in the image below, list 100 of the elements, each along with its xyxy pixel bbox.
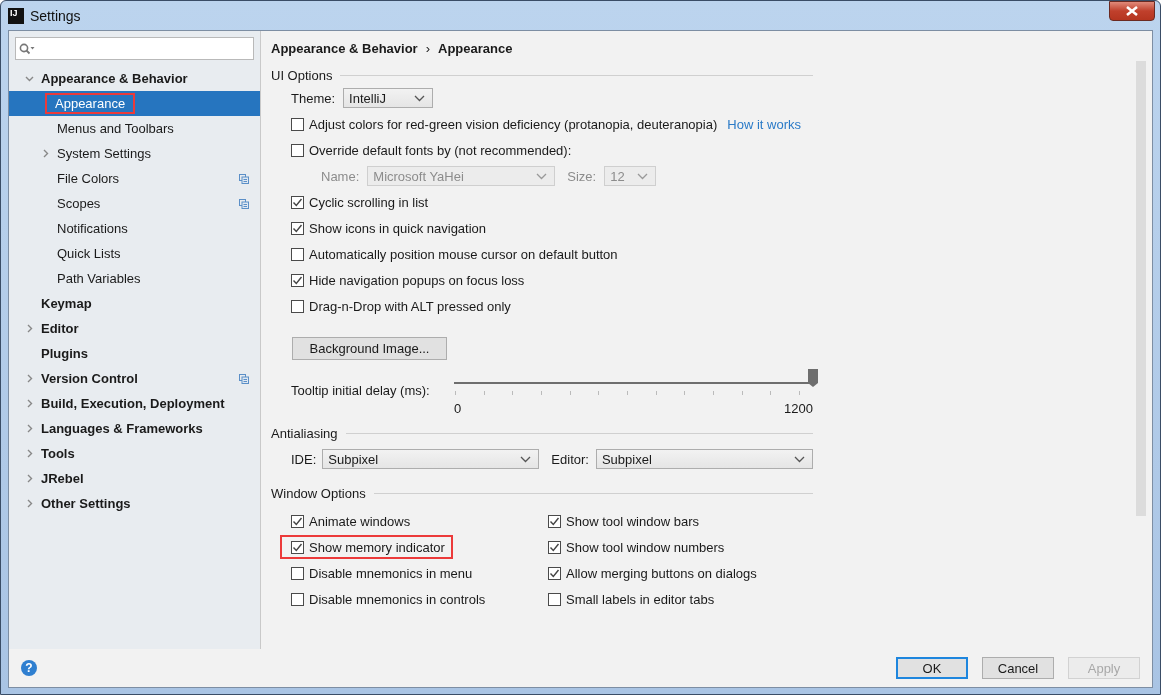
checkbox[interactable] xyxy=(291,117,304,131)
tree-item-label: Notifications xyxy=(56,220,129,238)
checkbox-label: Automatically position mouse cursor on default button xyxy=(309,246,618,262)
close-icon xyxy=(1126,5,1138,16)
tree-item[interactable]: Notifications xyxy=(9,216,260,241)
tree-item[interactable]: Appearance xyxy=(9,91,260,116)
checkbox[interactable] xyxy=(291,514,304,528)
checkbox[interactable] xyxy=(291,143,304,157)
checkbox[interactable] xyxy=(291,540,304,554)
theme-dropdown[interactable]: IntelliJ xyxy=(343,88,434,108)
dialog-button[interactable]: Cancel xyxy=(982,657,1054,679)
checkbox-label: Disable mnemonics in menu xyxy=(309,565,473,581)
tree-item[interactable]: Scopes xyxy=(9,191,260,216)
checkbox[interactable] xyxy=(291,299,304,313)
section-title: Window Options xyxy=(271,485,366,501)
tree-item-label: Appearance xyxy=(45,93,136,114)
tree-item-label: Scopes xyxy=(56,195,102,213)
tree-item-label: Editor xyxy=(40,320,80,338)
font-name-label: Name: xyxy=(321,168,360,184)
section-title: UI Options xyxy=(271,67,333,83)
tree-item-label: Other Settings xyxy=(40,495,132,513)
checkbox-label: Show tool window numbers xyxy=(566,539,725,555)
checkbox[interactable] xyxy=(291,566,304,580)
tree-item-label: Languages & Frameworks xyxy=(40,420,204,438)
chevron-down-icon xyxy=(520,456,532,463)
tree-item[interactable]: System Settings xyxy=(9,141,260,166)
checkbox-label: Cyclic scrolling in list xyxy=(309,194,429,210)
breadcrumb-item: Appearance & Behavior xyxy=(271,40,418,56)
dialog-button[interactable]: OK xyxy=(896,657,968,679)
checkbox[interactable] xyxy=(291,273,304,287)
checkbox-label: Adjust colors for red-green vision deficiency (protanopia, deuteranopia) xyxy=(309,116,718,132)
search-icon xyxy=(19,42,35,55)
checkbox[interactable] xyxy=(291,247,304,261)
chevron-down-icon xyxy=(794,456,805,463)
tree-item[interactable]: Tools xyxy=(9,441,260,466)
breadcrumb-item: Appearance xyxy=(438,40,513,56)
tree-item[interactable]: Other Settings xyxy=(9,491,260,516)
editor-antialiasing-dropdown[interactable]: Subpixel xyxy=(595,449,813,469)
checkbox-label: Disable mnemonics in controls xyxy=(309,591,486,607)
tree-item[interactable]: Version Control xyxy=(9,366,260,391)
tree-item[interactable]: JRebel xyxy=(9,466,260,491)
checkbox[interactable] xyxy=(548,592,561,606)
chevron-down-icon xyxy=(637,173,649,180)
checkbox-label: Show icons in quick navigation xyxy=(309,220,487,236)
help-button[interactable]: ? xyxy=(21,660,37,676)
tree-item-label: Version Control xyxy=(40,370,139,388)
app-logo: IJ xyxy=(8,7,24,24)
editor-label: Editor: xyxy=(551,451,589,467)
tree-item-label: JRebel xyxy=(40,470,85,488)
ide-label: IDE: xyxy=(291,451,317,467)
ide-antialiasing-dropdown[interactable]: Subpixel xyxy=(322,449,540,469)
checkbox[interactable] xyxy=(291,221,304,235)
tree-item[interactable]: Keymap xyxy=(9,291,260,316)
checkbox[interactable] xyxy=(548,540,561,554)
tree-item-label: Quick Lists xyxy=(56,245,122,263)
checkbox[interactable] xyxy=(548,566,561,580)
search-field[interactable] xyxy=(15,37,254,60)
checkbox-label: Small labels in editor tabs xyxy=(566,591,715,607)
tree-item-label: Menus and Toolbars xyxy=(56,120,175,138)
tree-item-label: Plugins xyxy=(40,345,89,363)
tree-item-label: System Settings xyxy=(56,145,152,163)
tree-item[interactable]: File Colors xyxy=(9,166,260,191)
checkbox-label: Show tool window bars xyxy=(566,513,699,529)
slider-thumb[interactable] xyxy=(808,369,818,387)
how-it-works-link[interactable]: How it works xyxy=(727,116,801,132)
window-title: Settings xyxy=(30,7,81,24)
close-button[interactable] xyxy=(1109,1,1155,21)
checkbox-label: Drag-n-Drop with ALT pressed only xyxy=(309,298,511,314)
checkbox-label: Override default fonts by (not recommended): xyxy=(309,142,572,158)
tree-item-label: Tools xyxy=(40,445,76,463)
section-title: Antialiasing xyxy=(271,425,338,441)
slider-label: Tooltip initial delay (ms): xyxy=(291,383,431,398)
tree-item[interactable]: Quick Lists xyxy=(9,241,260,266)
tree-item-label: Build, Execution, Deployment xyxy=(40,395,226,413)
tree-item[interactable]: Plugins xyxy=(9,341,260,366)
tree-item[interactable]: Appearance & Behavior xyxy=(9,66,260,91)
tree-item-label: File Colors xyxy=(56,170,121,188)
background-image-button[interactable]: Background Image... xyxy=(292,337,447,360)
tree-item[interactable]: Path Variables xyxy=(9,266,260,291)
checkbox[interactable] xyxy=(291,195,304,209)
tree-item[interactable]: Build, Execution, Deployment xyxy=(9,391,260,416)
checkbox-label: Show memory indicator xyxy=(309,539,445,555)
breadcrumb-separator: › xyxy=(425,40,430,56)
tree-item[interactable]: Editor xyxy=(9,316,260,341)
tree-item[interactable]: Menus and Toolbars xyxy=(9,116,260,141)
checkbox[interactable] xyxy=(291,592,304,606)
checkbox-label: Allow merging buttons on dialogs xyxy=(566,565,757,581)
checkbox[interactable] xyxy=(548,514,561,528)
theme-label: Theme: xyxy=(291,90,336,106)
tree-item-label: Path Variables xyxy=(56,270,142,288)
slider-min-label: 0 xyxy=(454,401,462,416)
chevron-down-icon xyxy=(414,95,426,102)
checkbox-label: Animate windows xyxy=(309,513,411,529)
tree-item[interactable]: Languages & Frameworks xyxy=(9,416,260,441)
tree-item-label: Keymap xyxy=(40,295,93,313)
checkbox-label: Hide navigation popups on focus loss xyxy=(309,272,525,288)
tree-item-label: Appearance & Behavior xyxy=(40,70,189,88)
slider-max-label: 1200 xyxy=(784,401,813,416)
chevron-down-icon xyxy=(536,173,548,180)
font-size-label: Size: xyxy=(567,168,597,184)
